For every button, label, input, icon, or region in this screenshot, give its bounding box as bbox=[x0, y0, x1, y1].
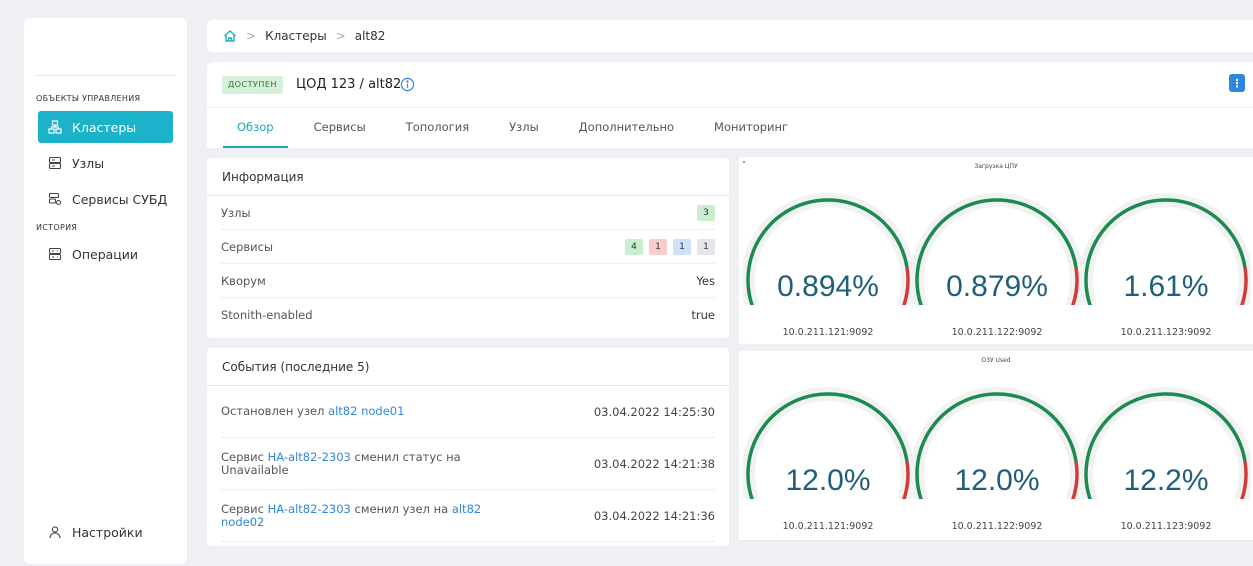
info-row-stonith: Stonith-enabled true bbox=[221, 298, 715, 332]
breadcrumb-separator: > bbox=[335, 29, 346, 43]
event-service-link[interactable]: HA-alt82-2303 bbox=[268, 450, 351, 464]
ram-gauge-panel: ОЗУ Used 12.0% 10.0.211.121:9092 12.0% 1… bbox=[739, 351, 1253, 541]
gauge-ram-2: 12.0% 10.0.211.122:9092 bbox=[912, 379, 1082, 549]
gauge-host-label: 10.0.211.122:9092 bbox=[951, 327, 1043, 338]
info-card: Информация Узлы 3 Сервисы 4 1 1 1 Кворум… bbox=[207, 158, 729, 338]
gauge-host-label: 10.0.211.122:9092 bbox=[951, 521, 1043, 532]
sidebar: ОБЪЕКТЫ УПРАВЛЕНИЯ Кластеры Узлы Сервисы… bbox=[24, 18, 187, 564]
gauge-ram-3: 12.2% 10.0.211.123:9092 bbox=[1081, 379, 1251, 549]
section-history: ИСТОРИЯ bbox=[36, 223, 78, 232]
section-objects: ОБЪЕКТЫ УПРАВЛЕНИЯ bbox=[36, 94, 141, 103]
gauge-cpu-2: 0.879% 10.0.211.122:9092 bbox=[912, 185, 1082, 355]
tab-nodes[interactable]: Узлы bbox=[495, 108, 553, 148]
gauge-value: 12.0% bbox=[785, 464, 871, 497]
event-prefix: Сервис bbox=[221, 449, 268, 464]
gauge-value: 12.0% bbox=[954, 464, 1040, 497]
sidebar-item-label: Узлы bbox=[72, 155, 105, 171]
event-row: Сервис HA-alt82-2303 сменил узел на alt8… bbox=[221, 490, 715, 542]
info-card-title: Информация bbox=[207, 158, 729, 196]
user-icon bbox=[48, 525, 62, 539]
tabs: Обзор Сервисы Топология Узлы Дополнитель… bbox=[223, 108, 814, 148]
sidebar-item-db-services[interactable]: Сервисы СУБД bbox=[38, 183, 173, 215]
info-label: Узлы bbox=[221, 205, 251, 220]
info-row-nodes: Узлы 3 bbox=[221, 196, 715, 230]
services-error-badge: 1 bbox=[649, 238, 667, 255]
server-icon bbox=[48, 156, 62, 170]
tab-overview[interactable]: Обзор bbox=[223, 108, 288, 148]
sidebar-item-label: Операции bbox=[72, 246, 139, 262]
services-unknown-badge: 1 bbox=[697, 238, 715, 255]
gauge-value: 12.2% bbox=[1123, 464, 1209, 497]
event-row: Сервис HA-alt82-2303 сменил статус на Un… bbox=[221, 438, 715, 490]
gauge-cpu-1: 0.894% 10.0.211.121:9092 bbox=[743, 185, 913, 355]
quorum-value: Yes bbox=[696, 273, 715, 288]
event-text: Сервис HA-alt82-2303 сменил узел на alt8… bbox=[221, 501, 501, 529]
tab-advanced[interactable]: Дополнительно bbox=[565, 108, 688, 148]
logo-area bbox=[36, 18, 175, 76]
event-prefix: Сервис bbox=[221, 501, 268, 516]
status-badge: доступен bbox=[222, 76, 283, 94]
sidebar-item-operations[interactable]: Операции bbox=[38, 238, 173, 270]
event-suffix: сменил узел на bbox=[350, 501, 452, 516]
sidebar-item-label: Настройки bbox=[72, 524, 143, 540]
breadcrumb-item-current: alt82 bbox=[354, 29, 386, 43]
cluster-header: доступен ЦОД 123 / alt82 ⋮ Обзор Сервисы… bbox=[207, 62, 1253, 148]
breadcrumb-item-clusters[interactable]: Кластеры bbox=[265, 29, 327, 43]
database-icon bbox=[48, 192, 62, 206]
info-label: Stonith-enabled bbox=[221, 308, 313, 322]
gauge-host-label: 10.0.211.123:9092 bbox=[1120, 521, 1212, 532]
event-time: 03.04.2022 14:21:38 bbox=[593, 456, 715, 471]
events-card: События (последние 5) Остановлен узел al… bbox=[207, 348, 729, 546]
cluster-icon bbox=[48, 120, 62, 134]
gauge-host-label: 10.0.211.123:9092 bbox=[1120, 327, 1212, 338]
tab-monitoring[interactable]: Мониторинг bbox=[700, 108, 802, 148]
cpu-gauge-panel: Загрузка ЦПУ 0.894% 10.0.211.121:9092 0.… bbox=[739, 157, 1253, 344]
sidebar-item-nodes[interactable]: Узлы bbox=[38, 147, 173, 179]
sidebar-item-settings[interactable]: Настройки bbox=[38, 516, 173, 548]
info-label: Сервисы bbox=[221, 239, 274, 254]
gauge-ram-1: 12.0% 10.0.211.121:9092 bbox=[743, 379, 913, 549]
gauge-value: 0.879% bbox=[946, 270, 1048, 303]
event-node-link[interactable]: alt82 node01 bbox=[328, 404, 404, 418]
page-title: ЦОД 123 / alt82 bbox=[296, 77, 402, 92]
event-time: 03.04.2022 14:25:30 bbox=[593, 404, 715, 419]
info-label: Кворум bbox=[221, 273, 266, 288]
more-actions-button[interactable]: ⋮ bbox=[1229, 74, 1245, 92]
event-time: 03.04.2022 14:21:36 bbox=[593, 508, 715, 523]
breadcrumb: > Кластеры > alt82 bbox=[207, 20, 1253, 52]
services-ok-badge: 4 bbox=[625, 238, 643, 255]
gauge-value: 0.894% bbox=[777, 270, 879, 303]
event-service-link[interactable]: HA-alt82-2303 bbox=[268, 502, 351, 516]
event-prefix: Остановлен узел bbox=[221, 404, 329, 418]
event-text: Сервис HA-alt82-2303 сменил статус на Un… bbox=[221, 449, 501, 477]
gauge-host-label: 10.0.211.121:9092 bbox=[782, 327, 874, 338]
home-icon[interactable] bbox=[223, 29, 237, 43]
gauge-cpu-3: 1.61% 10.0.211.123:9092 bbox=[1081, 185, 1251, 355]
tab-topology[interactable]: Топология bbox=[392, 108, 483, 148]
gauge-host-label: 10.0.211.121:9092 bbox=[782, 521, 874, 532]
events-card-title: События (последние 5) bbox=[207, 348, 729, 386]
tab-services[interactable]: Сервисы bbox=[300, 108, 380, 148]
ram-panel-title: ОЗУ Used bbox=[981, 357, 1011, 364]
cpu-panel-title: Загрузка ЦПУ bbox=[974, 163, 1018, 170]
info-row-quorum: Кворум Yes bbox=[221, 264, 715, 298]
sidebar-item-label: Кластеры bbox=[72, 119, 137, 135]
nodes-count-badge: 3 bbox=[697, 204, 715, 221]
info-row-services: Сервисы 4 1 1 1 bbox=[221, 230, 715, 264]
event-text: Остановлен узел alt82 node01 bbox=[221, 405, 501, 418]
breadcrumb-separator: > bbox=[246, 29, 257, 43]
sidebar-item-label: Сервисы СУБД bbox=[72, 191, 168, 207]
event-row: Остановлен узел alt82 node01 03.04.2022 … bbox=[221, 386, 715, 438]
info-icon[interactable] bbox=[400, 77, 415, 92]
operations-icon bbox=[48, 247, 62, 261]
stonith-value: true bbox=[691, 308, 715, 322]
gauge-value: 1.61% bbox=[1123, 270, 1209, 303]
sidebar-item-clusters[interactable]: Кластеры bbox=[38, 111, 173, 143]
panel-divider bbox=[739, 540, 1253, 541]
services-info-badge: 1 bbox=[673, 238, 691, 255]
